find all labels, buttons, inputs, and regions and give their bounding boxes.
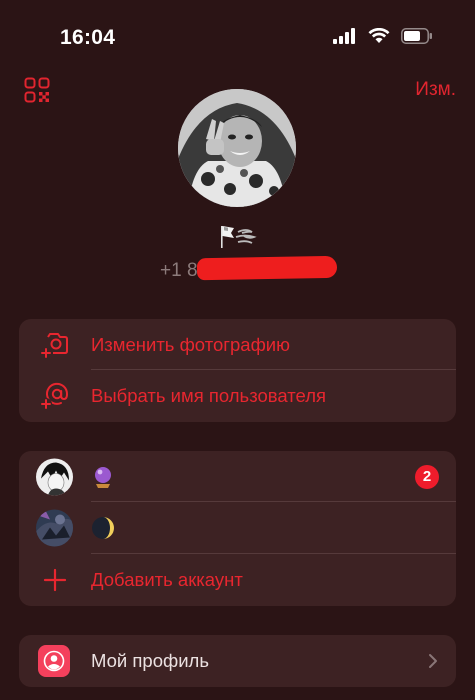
choose-username-label: Выбрать имя пользователя bbox=[91, 385, 327, 406]
plus-icon bbox=[39, 564, 71, 596]
account-row[interactable] bbox=[19, 502, 456, 554]
account-row[interactable]: 2 bbox=[19, 451, 456, 502]
phone-number: +1 8 bbox=[160, 260, 198, 281]
status-bar: 16:04 bbox=[0, 0, 475, 70]
add-account-row[interactable]: Добавить аккаунт bbox=[19, 554, 456, 606]
wifi-icon bbox=[368, 28, 390, 43]
chevron-right-icon bbox=[429, 654, 437, 668]
my-profile-label: Мой профиль bbox=[91, 650, 209, 671]
signal-icon bbox=[333, 28, 355, 44]
redaction-mark bbox=[196, 255, 338, 281]
qr-code-button[interactable] bbox=[24, 77, 50, 103]
change-photo-label: Изменить фотографию bbox=[91, 333, 291, 355]
crystal-ball-emoji-icon bbox=[95, 466, 111, 488]
add-account-label: Добавить аккаунт bbox=[91, 569, 243, 590]
status-icons bbox=[333, 28, 433, 44]
moon-emoji-icon bbox=[92, 517, 114, 539]
person-icon bbox=[38, 645, 70, 677]
edit-button[interactable]: Изм. bbox=[415, 79, 456, 101]
choose-username-row[interactable]: Выбрать имя пользователя bbox=[19, 370, 456, 422]
status-time: 16:04 bbox=[60, 26, 116, 49]
account-avatar bbox=[36, 458, 73, 495]
qr-code-icon bbox=[24, 77, 50, 103]
change-photo-row[interactable]: Изменить фотографию bbox=[19, 319, 456, 370]
at-sign-icon bbox=[39, 380, 71, 412]
menu-card: Мой профиль bbox=[19, 635, 456, 687]
battery-icon bbox=[401, 28, 432, 44]
account-avatar bbox=[36, 509, 73, 547]
profile-name-emoji bbox=[218, 222, 258, 250]
camera-icon bbox=[39, 329, 71, 361]
avatar-photo bbox=[178, 89, 296, 207]
profile-actions-card: Изменить фотографию Выбрать имя пользова… bbox=[19, 319, 456, 422]
profile-avatar[interactable] bbox=[178, 89, 296, 207]
unread-badge: 2 bbox=[415, 464, 439, 489]
my-profile-row[interactable]: Мой профиль bbox=[19, 635, 456, 687]
accounts-card: 2 Добавить аккаунт bbox=[19, 451, 456, 606]
